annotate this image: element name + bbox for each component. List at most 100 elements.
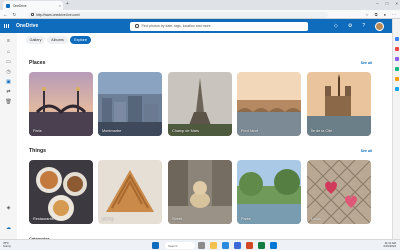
file-explorer-icon[interactable]: [210, 242, 217, 249]
thing-card-locks[interactable]: Locks: [307, 160, 371, 224]
window-controls: – □ ×: [376, 1, 398, 6]
restaurants-photo: [29, 160, 93, 224]
thing-label: Locks: [311, 217, 321, 221]
browser-tab[interactable]: OneDrive ×: [3, 1, 63, 10]
outlook-icon[interactable]: [270, 242, 277, 249]
browser-tab-strip: OneDrive × + – □ ×: [0, 0, 400, 10]
tab-gallery[interactable]: Gallery: [26, 36, 45, 44]
outlook-sidebar-icon[interactable]: [395, 77, 399, 81]
lock-icon: [31, 13, 34, 16]
maximize-icon[interactable]: □: [386, 1, 389, 6]
app-launcher-icon[interactable]: [4, 23, 9, 29]
premium-icon[interactable]: ◈: [5, 205, 12, 211]
search-sidebar-icon[interactable]: [395, 37, 399, 41]
place-card-pont-neuf[interactable]: Pont Neuf: [237, 72, 301, 136]
montmartre-photo: [98, 72, 162, 136]
place-label: Montmartre: [102, 129, 122, 133]
search-placeholder: Find photos by date, tags, location and …: [141, 24, 211, 28]
office-sidebar-icon[interactable]: [395, 67, 399, 71]
place-label: Champ de Mars: [172, 129, 200, 133]
profile-icon[interactable]: ●: [384, 12, 386, 17]
thing-card-baking[interactable]: Baking: [98, 160, 162, 224]
thing-label: Street: [172, 217, 183, 221]
place-label: Île de la Cité: [311, 129, 333, 133]
app-header: OneDrive Find photos by date, tags, loca…: [0, 19, 400, 33]
parks-photo: [237, 160, 301, 224]
office-icon[interactable]: [246, 242, 253, 249]
address-bar: ← ↻ http://www.onedrive.live.com/ ☆ ⧉ ● …: [0, 10, 400, 19]
start-icon[interactable]: [152, 242, 159, 249]
place-card-montmartre[interactable]: Montmartre: [98, 72, 162, 136]
minimize-icon[interactable]: –: [376, 1, 379, 6]
thing-card-parks[interactable]: Parks: [237, 160, 301, 224]
taskbar-search[interactable]: Search: [165, 242, 195, 249]
search-input[interactable]: Find photos by date, tags, location and …: [130, 21, 308, 31]
premium-diamond-icon[interactable]: ◇: [334, 23, 338, 29]
champ-de-mars-photo: [168, 72, 232, 136]
edge-icon[interactable]: [222, 242, 229, 249]
tools-sidebar-icon[interactable]: [395, 47, 399, 51]
paris-photo: [29, 72, 93, 136]
street-photo: [168, 160, 232, 224]
things-see-all-link[interactable]: See all: [361, 149, 372, 153]
help-icon[interactable]: ?: [362, 23, 365, 29]
more-icon[interactable]: ⋯: [392, 12, 396, 17]
browser-side-panel: [392, 19, 400, 239]
avatar[interactable]: [375, 21, 384, 31]
clock-date: 6/19/2024: [383, 244, 396, 249]
collections-icon[interactable]: ⧉: [375, 12, 378, 17]
close-window-icon[interactable]: ×: [395, 1, 398, 6]
system-tray[interactable]: 11:11 AM 6/19/2024: [383, 241, 396, 249]
ile-de-la-cite-photo: [307, 72, 371, 136]
store-icon[interactable]: [234, 242, 241, 249]
browser-toolbar-icons: ☆ ⧉ ● ⋯: [365, 12, 396, 17]
pont-neuf-photo: [237, 72, 301, 136]
shared-icon[interactable]: ⇄: [5, 89, 12, 95]
menu-icon[interactable]: ≡: [5, 38, 12, 44]
places-heading: Places: [29, 60, 46, 66]
search-icon: [135, 24, 139, 28]
excel-icon[interactable]: [258, 242, 265, 249]
settings-gear-icon[interactable]: ⚙: [348, 23, 352, 29]
taskbar-apps: [198, 242, 277, 249]
weather-widget[interactable]: 78°F Sunny: [3, 241, 11, 249]
favorites-icon[interactable]: ☆: [365, 12, 369, 17]
locks-photo: [307, 160, 371, 224]
app-title[interactable]: OneDrive: [16, 23, 38, 29]
url-field[interactable]: http://www.onedrive.live.com/: [28, 11, 328, 18]
place-card-paris[interactable]: Paris: [29, 72, 93, 136]
onedrive-favicon-icon: [6, 3, 10, 8]
place-label: Paris: [33, 129, 42, 133]
thing-label: Parks: [241, 217, 251, 221]
baking-photo: [98, 160, 162, 224]
refresh-icon[interactable]: ↻: [13, 12, 17, 18]
recycle-bin-icon[interactable]: 🗑: [5, 99, 12, 105]
browser-tab-title: OneDrive: [13, 3, 27, 8]
tab-albums[interactable]: Albums: [47, 36, 68, 44]
thing-label: Baking: [102, 217, 114, 221]
place-label: Pont Neuf: [241, 129, 258, 133]
task-view-icon[interactable]: [198, 242, 205, 249]
home-icon[interactable]: ⌂: [5, 49, 12, 55]
things-heading: Things: [29, 148, 47, 154]
header-actions: ◇ ⚙ ?: [334, 23, 365, 29]
tab-explore[interactable]: Explore: [70, 36, 91, 44]
close-tab-icon[interactable]: ×: [59, 3, 61, 8]
thing-label: Restaurants: [33, 217, 54, 221]
new-tab-button[interactable]: +: [66, 1, 69, 7]
nav-buttons: ← ↻: [3, 12, 16, 18]
thing-card-street[interactable]: Street: [168, 160, 232, 224]
places-see-all-link[interactable]: See all: [361, 61, 372, 65]
place-card-champ-de-mars[interactable]: Champ de Mars: [168, 72, 232, 136]
games-sidebar-icon[interactable]: [395, 57, 399, 61]
url-text: http://www.onedrive.live.com/: [36, 12, 80, 17]
cloud-storage-icon[interactable]: ☁: [5, 225, 12, 231]
drop-sidebar-icon[interactable]: [395, 87, 399, 91]
back-icon[interactable]: ←: [3, 12, 8, 18]
left-nav-rail: ≡ ⌂ ▭ ◷ ▣ ⇄ 🗑 ◈ ☁: [0, 33, 17, 239]
my-files-icon[interactable]: ▭: [5, 59, 12, 65]
recent-icon[interactable]: ◷: [5, 69, 12, 75]
place-card-ile-de-la-cite[interactable]: Île de la Cité: [307, 72, 371, 136]
thing-card-restaurants[interactable]: Restaurants: [29, 160, 93, 224]
photos-icon[interactable]: ▣: [5, 79, 12, 85]
